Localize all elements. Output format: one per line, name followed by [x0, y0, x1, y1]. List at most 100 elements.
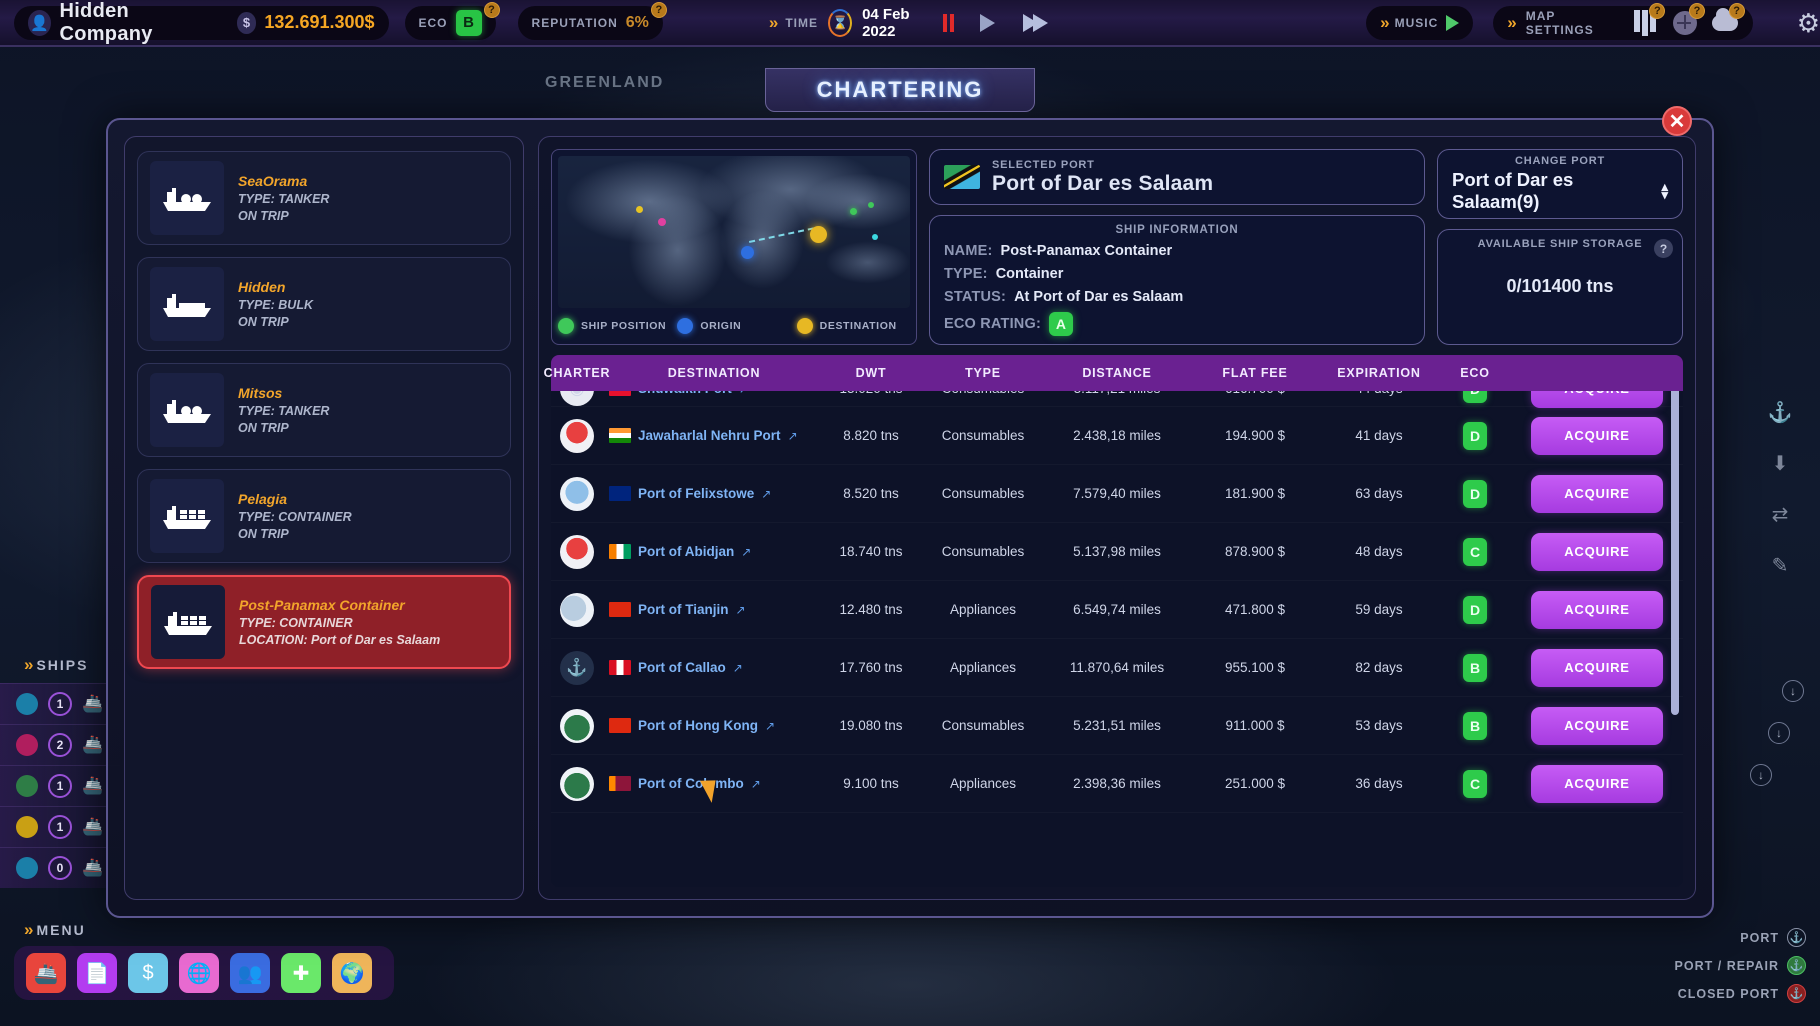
- external-link-icon[interactable]: ↗: [751, 777, 761, 791]
- charter-logo-icon: [560, 592, 594, 627]
- change-port-selector[interactable]: CHANGE PORT Port of Dar es Salaam(9) ▴ ▾: [1437, 149, 1683, 219]
- destination-link[interactable]: Port of Felixstowe: [638, 486, 754, 501]
- finance-icon[interactable]: $: [128, 953, 168, 993]
- table-row[interactable]: Port of Tianjin ↗ 12.480 tns Appliances …: [551, 581, 1683, 639]
- ports-filter-icon[interactable]: ⚓: [1768, 400, 1793, 425]
- container-ship-icon: [150, 479, 224, 553]
- minimap[interactable]: [558, 156, 910, 308]
- external-link-icon[interactable]: ↗: [741, 545, 751, 559]
- acquire-button[interactable]: ACQUIRE: [1531, 474, 1663, 513]
- destination-link[interactable]: Port of Callao: [638, 660, 726, 675]
- minimap-panel[interactable]: SHIP POSITION ORIGIN DESTINATION: [551, 149, 917, 345]
- layers-help-icon[interactable]: ?: [1649, 2, 1666, 19]
- distance-value: 5.137,98 miles: [1073, 544, 1161, 559]
- music-pill[interactable]: » MUSIC: [1366, 5, 1474, 40]
- world-icon[interactable]: 🌍: [332, 953, 372, 993]
- ship-card-0[interactable]: SeaOrama TYPE: TANKER ON TRIP: [137, 151, 511, 245]
- ships-row[interactable]: 0 🚢: [0, 847, 120, 888]
- table-body[interactable]: ◉ Shuwaikh Port ↗ 13.020 tns Consumables…: [551, 391, 1683, 887]
- ship-type-value: Container: [995, 266, 1064, 282]
- external-link-icon[interactable]: ↗: [788, 429, 798, 443]
- table-row[interactable]: ◉ Shuwaikh Port ↗ 13.020 tns Consumables…: [551, 391, 1683, 408]
- play-button[interactable]: [980, 13, 996, 32]
- fleet-icon[interactable]: 🚢: [26, 953, 66, 993]
- marker-icon[interactable]: ↓: [1768, 722, 1790, 744]
- acquire-button[interactable]: ACQUIRE: [1531, 532, 1663, 571]
- external-link-icon[interactable]: ↗: [761, 487, 771, 501]
- ship-card-3[interactable]: Pelagia TYPE: CONTAINER ON TRIP: [137, 469, 511, 563]
- cloud-help-icon[interactable]: ?: [1728, 2, 1745, 19]
- acquire-button[interactable]: ACQUIRE: [1531, 648, 1663, 687]
- globe-help-icon[interactable]: ?: [1689, 2, 1705, 19]
- legend-label: ORIGIN: [700, 320, 742, 332]
- destination-link[interactable]: Shuwaikh Port: [638, 391, 732, 396]
- ship-color-dot: [16, 734, 38, 756]
- ships-panel-header[interactable]: » SHIPS: [0, 655, 120, 675]
- anchor-repair-icon: ⚓: [1787, 956, 1806, 975]
- destination-link[interactable]: Jawaharlal Nehru Port: [638, 428, 781, 443]
- cargo-type: Appliances: [949, 602, 1017, 617]
- marker-icon[interactable]: ↓: [1750, 764, 1772, 786]
- contracts-icon[interactable]: 📄: [77, 953, 117, 993]
- acquire-button[interactable]: ACQUIRE: [1531, 590, 1663, 629]
- ships-row[interactable]: 1 🚢: [0, 765, 120, 806]
- ship-card-1[interactable]: Hidden TYPE: BULK ON TRIP: [137, 257, 511, 351]
- chevron-updown-icon[interactable]: ▴ ▾: [1661, 180, 1668, 200]
- routes-icon[interactable]: ⇄: [1772, 502, 1789, 527]
- shipyard-icon[interactable]: ✚: [281, 953, 321, 993]
- storage-value: 0/101400 tns: [1506, 276, 1614, 296]
- table-row[interactable]: Jawaharlal Nehru Port ↗ 8.820 tns Consum…: [551, 407, 1683, 465]
- external-link-icon[interactable]: ↗: [736, 603, 746, 617]
- eco-rating-badge: C: [1463, 769, 1487, 798]
- weather-globe-button[interactable]: ?: [1671, 2, 1705, 37]
- gear-icon[interactable]: ⚙: [1797, 10, 1820, 36]
- ship-card-4-selected[interactable]: Post-Panamax Container TYPE: CONTAINER L…: [137, 575, 511, 669]
- table-row[interactable]: Port of Abidjan ↗ 18.740 tns Consumables…: [551, 523, 1683, 581]
- external-link-icon[interactable]: ↗: [765, 719, 775, 733]
- marker-icon[interactable]: ↓: [1782, 680, 1804, 702]
- page-title: CHARTERING: [765, 68, 1035, 112]
- menu-header[interactable]: » MENU: [0, 920, 420, 940]
- storage-help-icon[interactable]: ?: [1654, 239, 1673, 258]
- destination-link[interactable]: Port of Colombo: [638, 776, 744, 791]
- eco-help-icon[interactable]: ?: [483, 1, 500, 18]
- pencil-icon[interactable]: ✎: [1772, 553, 1789, 578]
- external-link-icon[interactable]: ↗: [733, 661, 743, 675]
- table-row[interactable]: ⚓ Port of Callao ↗ 17.760 tns Appliances…: [551, 639, 1683, 697]
- map-settings-pill[interactable]: » MAP SETTINGS ? ? ?: [1493, 2, 1753, 40]
- eco-pill[interactable]: ECO B ?: [404, 1, 500, 40]
- music-play-icon[interactable]: [1446, 14, 1460, 31]
- reputation-pill[interactable]: REPUTATION 6% ?: [517, 1, 667, 40]
- map-layers-button[interactable]: ?: [1632, 2, 1666, 37]
- cloud-button[interactable]: ?: [1711, 2, 1745, 37]
- download-icon[interactable]: ⬇: [1772, 451, 1789, 476]
- ships-panel: » SHIPS 1 🚢 2 🚢 1 🚢 1 🚢 0 🚢: [0, 655, 120, 888]
- change-port-value[interactable]: Port of Dar es Salaam(9) ▴ ▾: [1452, 169, 1668, 213]
- destination-link[interactable]: Port of Tianjin: [638, 602, 729, 617]
- ship-list-panel[interactable]: SeaOrama TYPE: TANKER ON TRIP Hidden TYP…: [124, 136, 524, 900]
- market-icon[interactable]: 🌐: [179, 953, 219, 993]
- company-pill[interactable]: 👤 Hidden Company $ 132.691.300$: [14, 0, 389, 45]
- table-scrollbar[interactable]: [1671, 385, 1679, 715]
- acquire-button[interactable]: ACQUIRE: [1531, 706, 1663, 745]
- table-row[interactable]: Port of Colombo ↗ 9.100 tns Appliances 2…: [551, 755, 1683, 813]
- acquire-button[interactable]: ACQUIRE: [1531, 391, 1663, 408]
- close-icon[interactable]: ✕: [1662, 106, 1692, 136]
- pause-button[interactable]: [943, 13, 955, 32]
- destination-link[interactable]: Port of Abidjan: [638, 544, 734, 559]
- crew-icon[interactable]: 👥: [230, 953, 270, 993]
- ships-row[interactable]: 1 🚢: [0, 683, 120, 724]
- reputation-help-icon[interactable]: ?: [650, 1, 667, 18]
- destination-link[interactable]: Port of Hong Kong: [638, 718, 758, 733]
- ships-row[interactable]: 1 🚢: [0, 806, 120, 847]
- acquire-button[interactable]: ACQUIRE: [1531, 416, 1663, 455]
- fast-forward-button[interactable]: [1023, 13, 1049, 32]
- flat-fee-value: 616.700 $: [1191, 391, 1319, 396]
- table-row[interactable]: Port of Felixstowe ↗ 8.520 tns Consumabl…: [551, 465, 1683, 523]
- ship-card-2[interactable]: Mitsos TYPE: TANKER ON TRIP: [137, 363, 511, 457]
- acquire-button[interactable]: ACQUIRE: [1531, 764, 1663, 803]
- external-link-icon[interactable]: ↗: [739, 391, 749, 396]
- table-row[interactable]: Port of Hong Kong ↗ 19.080 tns Consumabl…: [551, 697, 1683, 755]
- ships-row[interactable]: 2 🚢: [0, 724, 120, 765]
- charter-logo-icon: ⚓: [560, 650, 594, 685]
